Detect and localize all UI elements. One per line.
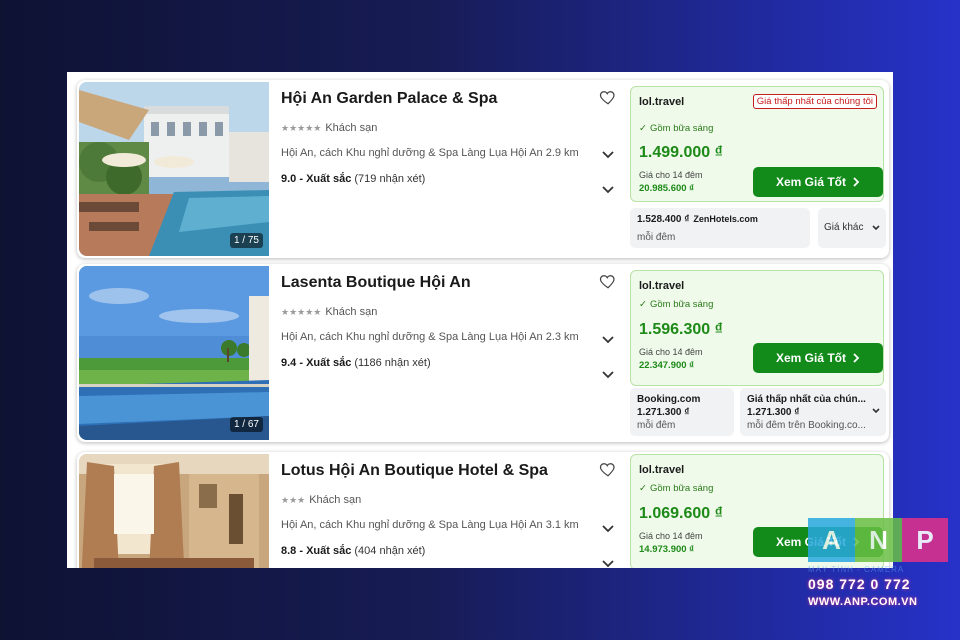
rating-score: 8.8 - Xuất sắc	[281, 545, 352, 557]
chevron-down-icon[interactable]	[602, 151, 614, 159]
check-icon: ✓	[639, 299, 647, 310]
breakfast-included: ✓ Gồm bữa sáng	[639, 299, 714, 310]
best-offer[interactable]: lol.travel ✓ Gồm bữa sáng 1.596.300 ₫ Giá…	[630, 270, 884, 386]
offer-total: 22.347.900 ₫	[639, 360, 695, 371]
alt-note: mỗi đêm	[637, 420, 676, 431]
breakfast-included: ✓ Gồm bữa sáng	[639, 483, 714, 494]
photo-count: 1 / 67	[229, 417, 263, 432]
hotel-rating[interactable]: 9.4 - Xuất sắc (1186 nhận xét)	[281, 357, 591, 369]
hotel-location: Hội An, cách Khu nghỉ dưỡng & Spa Làng L…	[281, 519, 579, 531]
watermark-phone: 098 772 0 772	[808, 576, 911, 592]
more-prices-button[interactable]: Giá khác	[818, 208, 886, 248]
check-icon: ✓	[639, 483, 647, 494]
hotel-rating[interactable]: 8.8 - Xuất sắc (404 nhận xét)	[281, 545, 591, 557]
chevron-down-icon[interactable]	[602, 560, 614, 568]
hotel-class: ★★★★★ Khách sạn	[281, 306, 591, 318]
hotel-photo[interactable]: 1 / 67	[79, 266, 269, 440]
offer-nights: Giá cho 14 đêm	[639, 347, 703, 357]
hotel-info: Hội An Garden Palace & Spa ★★★★★ Khách s…	[281, 88, 591, 185]
offer-price: 1.596.300 ₫	[639, 321, 723, 338]
watermark-slogan: MÁY TÍNH - CAMERA	[808, 565, 905, 574]
heart-icon[interactable]	[599, 460, 617, 478]
offer-nights: Giá cho 14 đêm	[639, 170, 703, 180]
hotel-info: Lasenta Boutique Hội An ★★★★★ Khách sạn …	[281, 272, 591, 369]
hotel-name[interactable]: Hội An Garden Palace & Spa	[281, 90, 591, 108]
cheapest-badge: Giá thấp nhất của chúng tôi	[752, 94, 877, 109]
hotel-type: Khách sạn	[325, 122, 378, 134]
hotel-location: Hội An, cách Khu nghỉ dưỡng & Spa Làng L…	[281, 147, 579, 159]
brand-logo: A N P	[808, 518, 948, 562]
alt-site: ZenHotels.com	[693, 214, 758, 224]
hotel-card[interactable]: Lotus Hội An Boutique Hotel & Spa ★★★ Kh…	[77, 452, 889, 568]
best-offer[interactable]: lol.travel Giá thấp nhất của chúng tôi ✓…	[630, 86, 884, 202]
rating-reviews: (719 nhận xét)	[354, 173, 426, 185]
alt-site: Giá thấp nhất của chún...	[747, 394, 866, 405]
chevron-down-icon[interactable]	[872, 408, 880, 414]
hotel-name[interactable]: Lasenta Boutique Hội An	[281, 274, 591, 292]
offer-site: lol.travel	[639, 280, 685, 292]
alt-price: 1.271.300 ₫	[747, 407, 800, 418]
rating-reviews: (404 nhận xét)	[354, 545, 426, 557]
offer-total: 14.973.900 ₫	[639, 544, 695, 555]
hotel-class: ★★★ Khách sạn	[281, 494, 591, 506]
watermark-logo: A N P MÁY TÍNH - CAMERA 098 772 0 772 WW…	[808, 518, 948, 630]
star-icon: ★★★★★	[281, 306, 322, 317]
hotel-name[interactable]: Lotus Hội An Boutique Hotel & Spa	[281, 462, 591, 480]
offer-nights: Giá cho 14 đêm	[639, 531, 703, 541]
hotel-rating[interactable]: 9.0 - Xuất sắc (719 nhận xét)	[281, 173, 591, 185]
alt-site: Booking.com	[637, 394, 701, 405]
offer-site: lol.travel	[639, 464, 685, 476]
watermark-site: WWW.ANP.COM.VN	[808, 596, 918, 608]
offer-price: 1.499.000 ₫	[639, 144, 723, 161]
check-icon: ✓	[639, 123, 647, 134]
chevron-down-icon[interactable]	[602, 186, 614, 194]
breakfast-included: ✓ Gồm bữa sáng	[639, 123, 714, 134]
hotel-type: Khách sạn	[325, 306, 378, 318]
offer-total: 20.985.600 ₫	[639, 183, 695, 194]
results-panel: 1 / 75 Hội An Garden Palace & Spa ★★★★★ …	[67, 72, 893, 568]
photo-count: 1 / 75	[229, 233, 263, 248]
offer-price: 1.069.600 ₫	[639, 505, 723, 522]
heart-icon[interactable]	[599, 88, 617, 106]
chevron-right-icon	[853, 177, 860, 187]
hotel-type: Khách sạn	[309, 494, 362, 506]
view-deal-button[interactable]: Xem Giá Tốt	[753, 343, 883, 373]
chevron-right-icon	[853, 353, 860, 363]
hotel-card[interactable]: 1 / 75 Hội An Garden Palace & Spa ★★★★★ …	[77, 80, 889, 258]
alt-offer[interactable]: 1.528.400 ₫ ZenHotels.com mỗi đêm	[630, 208, 810, 248]
alt-price: 1.271.300 ₫	[637, 407, 690, 418]
chevron-down-icon[interactable]	[602, 371, 614, 379]
alt-offer[interactable]: Booking.com 1.271.300 ₫ mỗi đêm	[630, 388, 734, 436]
chevron-down-icon[interactable]	[602, 525, 614, 533]
star-icon: ★★★	[281, 494, 306, 505]
rating-reviews: (1186 nhận xét)	[354, 357, 431, 369]
offer-site: lol.travel	[639, 96, 685, 108]
hotel-photo[interactable]: 1 / 75	[79, 82, 269, 256]
star-icon: ★★★★★	[281, 122, 322, 133]
hotel-class: ★★★★★ Khách sạn	[281, 122, 591, 134]
hotel-card[interactable]: 1 / 67 Lasenta Boutique Hội An ★★★★★ Khá…	[77, 264, 889, 442]
rating-score: 9.0 - Xuất sắc	[281, 173, 352, 185]
alt-note: mỗi đêm	[637, 232, 676, 243]
chevron-down-icon	[872, 225, 880, 231]
heart-icon[interactable]	[599, 272, 617, 290]
view-deal-button[interactable]: Xem Giá Tốt	[753, 167, 883, 197]
alt-note: mỗi đêm trên Booking.co...	[747, 420, 866, 431]
alt-offer[interactable]: Giá thấp nhất của chún... 1.271.300 ₫ mỗ…	[740, 388, 886, 436]
hotel-info: Lotus Hội An Boutique Hotel & Spa ★★★ Kh…	[281, 460, 591, 557]
rating-score: 9.4 - Xuất sắc	[281, 357, 352, 369]
hotel-photo[interactable]	[79, 454, 269, 568]
chevron-down-icon[interactable]	[602, 336, 614, 344]
hotel-location: Hội An, cách Khu nghỉ dưỡng & Spa Làng L…	[281, 331, 579, 343]
alt-price: 1.528.400 ₫	[637, 214, 690, 225]
